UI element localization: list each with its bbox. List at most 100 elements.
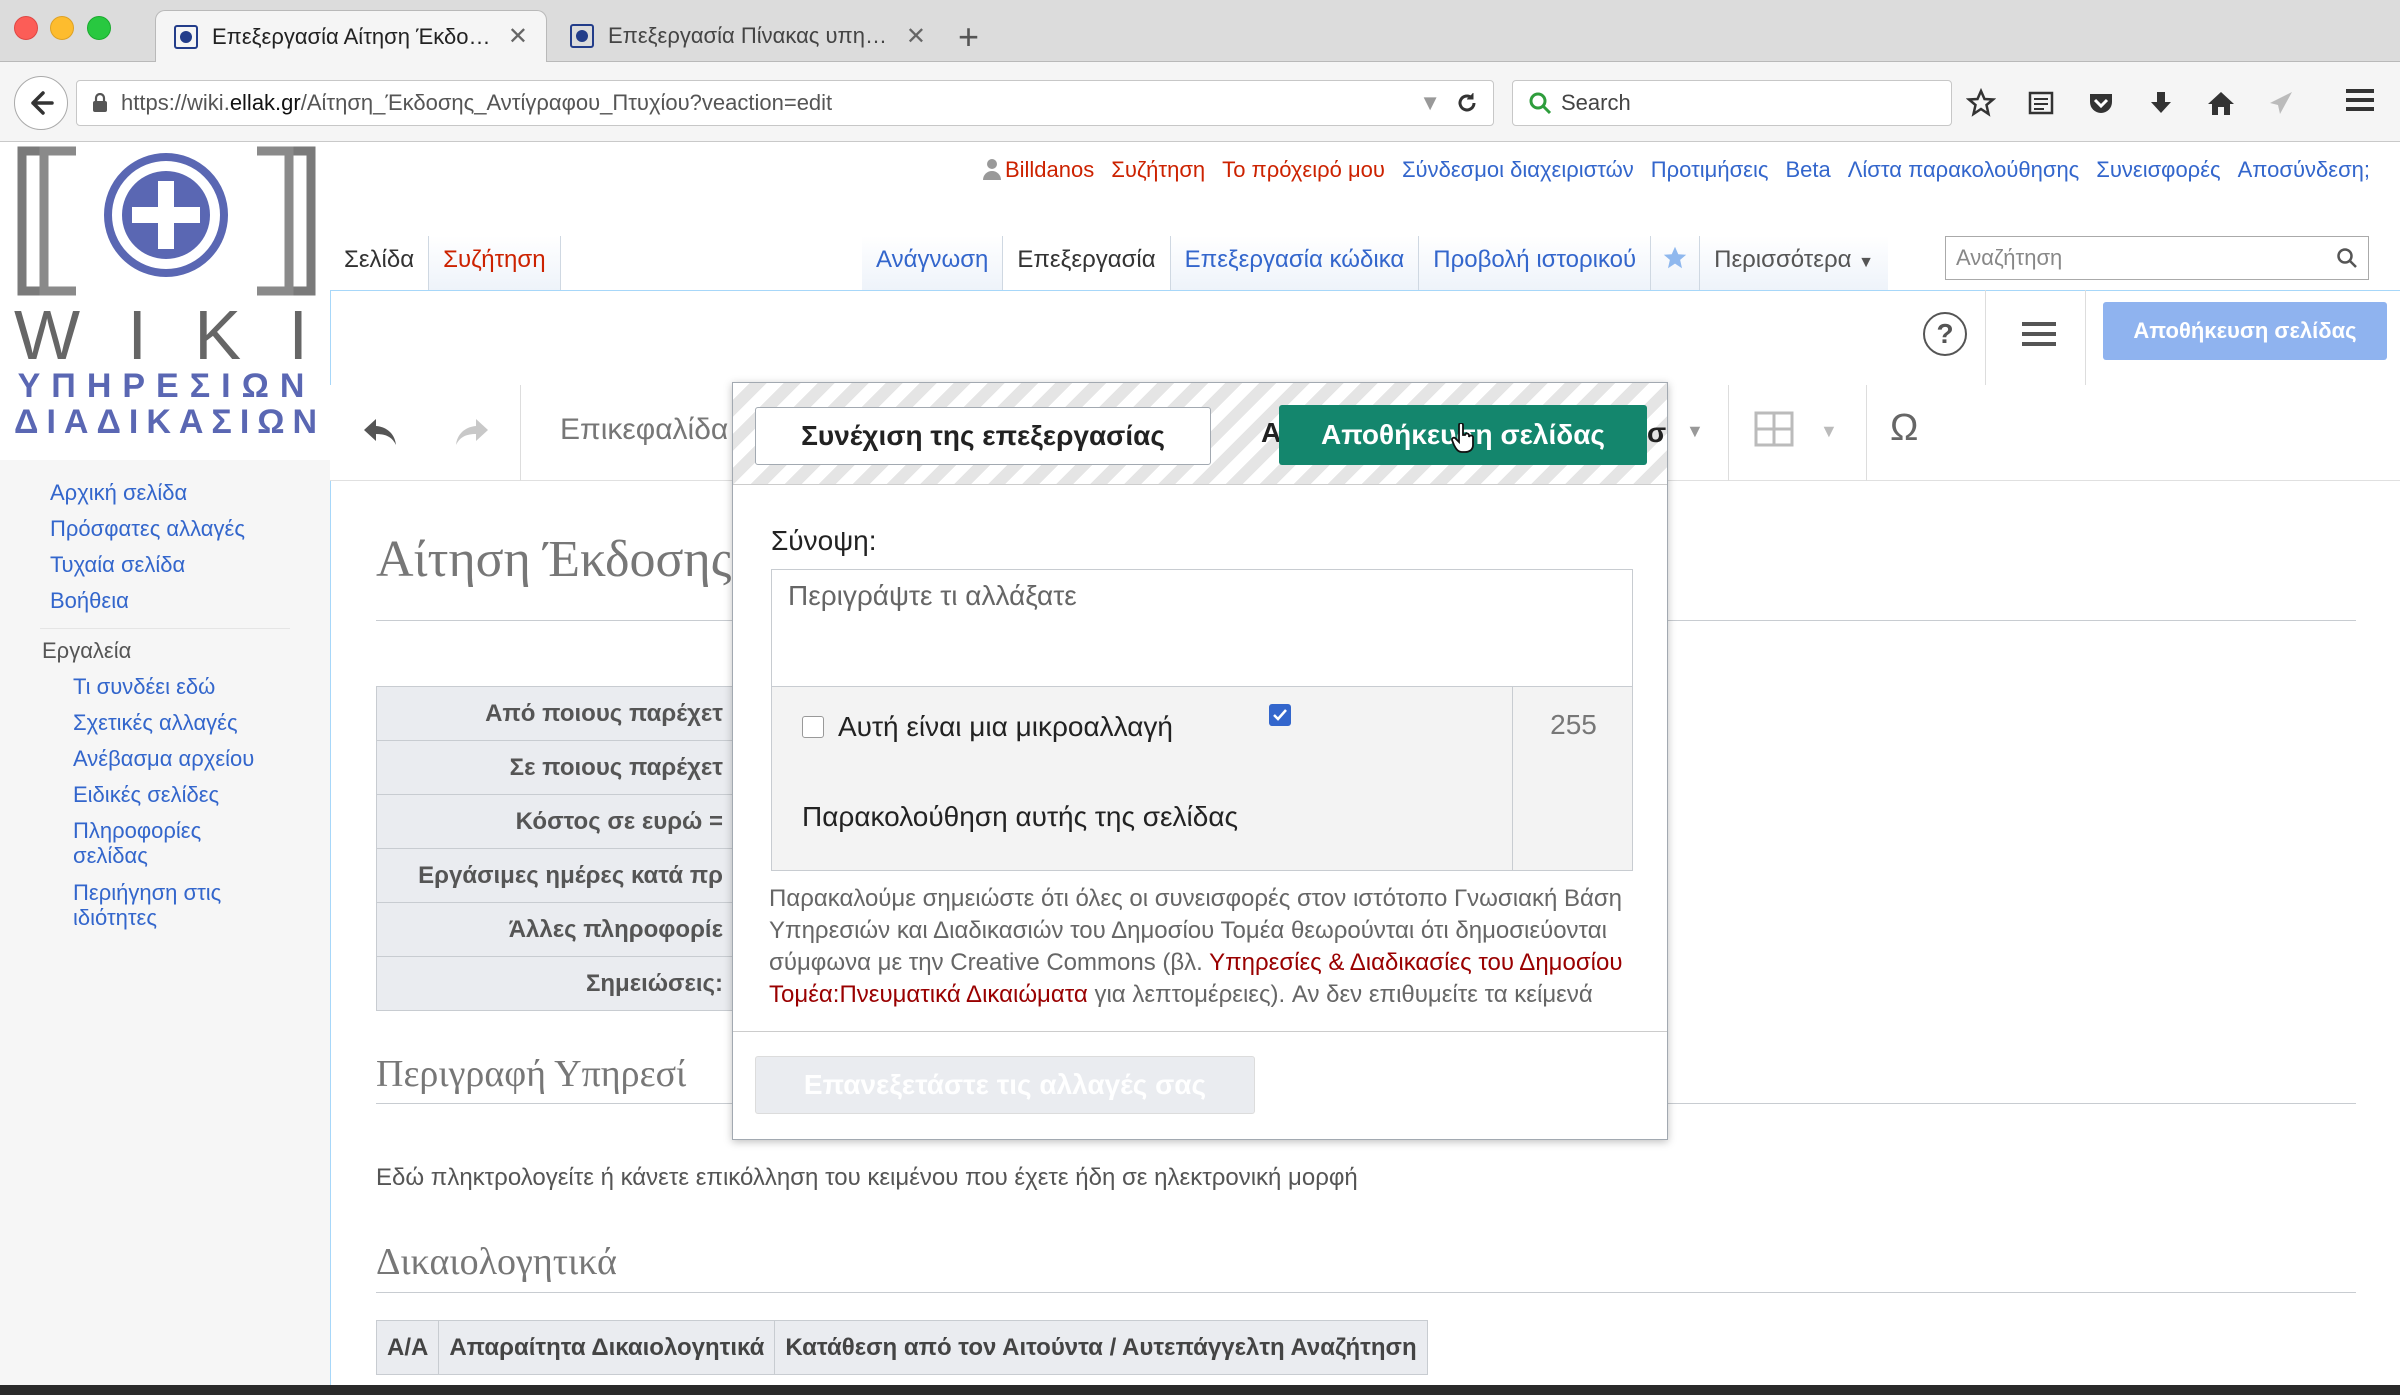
home-icon[interactable]	[2206, 87, 2236, 119]
redo-icon[interactable]	[452, 415, 492, 454]
table-cell[interactable]: Σημειώσεις:	[376, 956, 736, 1011]
sandbox-link[interactable]: Το πρόχειρό μου	[1222, 157, 1385, 183]
download-icon[interactable]	[2146, 87, 2176, 119]
watch-page-checkbox[interactable]	[1269, 704, 1291, 726]
dialog-header: Συνέχιση της επεξεργασίας A Αποθήκευση σ…	[733, 383, 1667, 485]
table-cell[interactable]: Κόστος σε ευρώ =	[376, 794, 736, 849]
sidebar-item-main-page[interactable]: Αρχική σελίδα	[50, 480, 187, 505]
beta-link[interactable]: Beta	[1785, 157, 1830, 183]
minor-edit-option[interactable]: Αυτή είναι μια μικροαλλαγή	[802, 711, 1173, 743]
wiki-search-input[interactable]: Αναζήτηση	[1945, 236, 2369, 280]
save-page-button[interactable]: Αποθήκευση σελίδας	[2103, 302, 2387, 360]
continue-editing-button[interactable]: Συνέχιση της επεξεργασίας	[755, 407, 1211, 465]
tab-history[interactable]: Προβολή ιστορικού	[1419, 236, 1652, 290]
tab-talk[interactable]: Συζήτηση	[429, 236, 561, 290]
table-cell[interactable]: Εργάσιμες ημέρες κατά πρ	[376, 848, 736, 903]
toolbar-divider	[520, 385, 521, 481]
undo-icon[interactable]	[360, 415, 400, 454]
table-cell[interactable]: Σε ποιους παρέχετ	[376, 740, 736, 795]
sidebar-item-upload-file[interactable]: Ανέβασμα αρχείου	[73, 746, 254, 771]
table-cell[interactable]: Άλλες πληροφορίε	[376, 902, 736, 957]
section-paragraph[interactable]: Εδώ πληκτρολογείτε ή κάνετε επικόλληση τ…	[376, 1164, 1358, 1192]
table-row: Άλλες πληροφορίε	[376, 902, 736, 957]
tab-close-icon[interactable]: ✕	[508, 22, 528, 51]
summary-char-count: 255	[1512, 687, 1634, 871]
table-header[interactable]: Κατάθεση από τον Αιτούντα / Αυτεπάγγελτη…	[774, 1320, 1428, 1375]
tab-edit[interactable]: Επεξεργασία	[1003, 236, 1171, 290]
minor-edit-checkbox[interactable]	[802, 716, 824, 738]
site-favicon-icon	[570, 24, 594, 48]
table-insert-icon[interactable]	[1754, 411, 1794, 452]
chevron-down-icon[interactable]: ▼	[1686, 421, 1704, 442]
bookmark-star-icon[interactable]	[1966, 87, 1996, 119]
logo-line1: ΥΠΗΡΕΣΙΩΝ	[17, 367, 316, 405]
tab-edit-source[interactable]: Επεξεργασία κώδικα	[1170, 236, 1420, 290]
user-talk-link[interactable]: Συζήτηση	[1111, 157, 1205, 183]
send-icon[interactable]	[2266, 87, 2296, 119]
summary-input[interactable]: Περιγράψτε τι αλλάξατε	[771, 569, 1633, 687]
wiki-search-placeholder: Αναζήτηση	[1956, 245, 2063, 270]
heading-format-dropdown[interactable]: Επικεφαλίδα	[560, 413, 728, 447]
sidebar-item-random-page[interactable]: Τυχαία σελίδα	[50, 552, 185, 577]
logo-wiki-text: W I K I	[14, 296, 322, 374]
preferences-link[interactable]: Προτιμήσεις	[1651, 157, 1769, 183]
zoom-window-button[interactable]	[87, 16, 111, 40]
back-arrow-icon	[31, 91, 54, 115]
section-underline	[376, 1292, 2356, 1293]
section-heading-description[interactable]: Περιγραφή Υπηρεσί	[376, 1052, 686, 1096]
sidebar-item-related-changes[interactable]: Σχετικές αλλαγές	[73, 710, 238, 735]
sidebar-item-special-pages[interactable]: Ειδικές σελίδες	[73, 782, 219, 807]
search-icon[interactable]	[2336, 247, 2358, 269]
table-header[interactable]: Απαραίτητα Δικαιολογητικά	[438, 1320, 776, 1375]
sidebar-item-page-info[interactable]: Πληροφορίες σελίδας	[73, 818, 273, 868]
view-tabs: Ανάγνωση Επεξεργασία Επεξεργασία κώδικα …	[862, 236, 1888, 290]
hamburger-menu-icon[interactable]	[2344, 86, 2376, 119]
browser-tab-active[interactable]: Επεξεργασία Αίτηση Έκδοσ... ✕	[155, 10, 547, 62]
site-logo[interactable]: W I K I ΥΠΗΡΕΣΙΩΝ ΔΙΑΔΙΚΑΣΙΩΝ	[14, 145, 322, 441]
sidebar-tools-heading: Εργαλεία	[42, 638, 132, 663]
dropdown-arrow-icon[interactable]: ▼	[1419, 90, 1441, 116]
tab-more[interactable]: Περισσότερα ▼	[1700, 236, 1888, 290]
summary-placeholder: Περιγράψτε τι αλλάξατε	[788, 580, 1077, 611]
table-row: Από ποιους παρέχετ	[376, 686, 736, 741]
new-tab-button[interactable]: +	[958, 16, 979, 58]
browser-search-bar[interactable]: Search	[1512, 80, 1952, 126]
personal-tools: Billdanos Συζήτηση Το πρόχειρό μου Σύνδε…	[982, 157, 2370, 183]
reload-icon[interactable]	[1455, 91, 1479, 115]
section-heading-documents[interactable]: Δικαιολογητικά	[376, 1240, 617, 1284]
close-window-button[interactable]	[14, 16, 38, 40]
save-dialog: Συνέχιση της επεξεργασίας A Αποθήκευση σ…	[732, 382, 1668, 1140]
chevron-down-icon[interactable]: ▼	[1820, 421, 1838, 442]
toolbar-divider	[1866, 385, 1867, 481]
admin-links[interactable]: Σύνδεσμοι διαχειριστών	[1402, 157, 1634, 183]
review-changes-button[interactable]: Επανεξετάστε τις αλλαγές σας	[755, 1056, 1255, 1114]
pocket-icon[interactable]	[2086, 87, 2116, 119]
sidebar-item-what-links-here[interactable]: Τι συνδέει εδώ	[73, 674, 215, 699]
toolbar-divider	[1985, 290, 1986, 386]
tab-close-icon[interactable]: ✕	[906, 22, 926, 51]
tab-title: Επεξεργασία Πίνακας υπηρε...	[608, 23, 894, 48]
table-cell[interactable]: Από ποιους παρέχετ	[376, 686, 736, 741]
browser-toolbar-icons	[1966, 86, 2296, 120]
browser-tab[interactable]: Επεξεργασία Πίνακας υπηρε... ✕	[552, 10, 944, 62]
help-icon[interactable]: ?	[1923, 312, 1967, 356]
sidebar-item-help[interactable]: Βοήθεια	[50, 588, 129, 613]
tab-read[interactable]: Ανάγνωση	[862, 236, 1004, 290]
sidebar-item-browse-properties[interactable]: Περιήγηση στις ιδιότητες	[73, 880, 273, 930]
back-button[interactable]	[14, 76, 68, 130]
user-link[interactable]: Billdanos	[982, 157, 1094, 183]
table-header[interactable]: Α/Α	[375, 1320, 440, 1375]
summary-label: Σύνοψη:	[771, 525, 877, 556]
contributions-link[interactable]: Συνεισφορές	[2096, 157, 2220, 183]
special-character-icon[interactable]: Ω	[1890, 407, 1918, 450]
sidebar-item-recent-changes[interactable]: Πρόσφατες αλλαγές	[50, 516, 245, 541]
tab-page[interactable]: Σελίδα	[330, 236, 430, 290]
minimize-window-button[interactable]	[50, 16, 74, 40]
page-options-menu-icon[interactable]	[2022, 320, 2056, 353]
watch-star-icon[interactable]	[1651, 236, 1701, 290]
url-bar[interactable]: https://wiki.ellak.gr/Αίτηση_Έκδοσης_Αντ…	[76, 80, 1494, 126]
watch-page-option[interactable]: Παρακολούθηση αυτής της σελίδας	[802, 801, 1238, 833]
reading-list-icon[interactable]	[2026, 87, 2056, 119]
watchlist-link[interactable]: Λίστα παρακολούθησης	[1848, 157, 2080, 183]
logout-link[interactable]: Αποσύνδεση;	[2238, 157, 2370, 183]
